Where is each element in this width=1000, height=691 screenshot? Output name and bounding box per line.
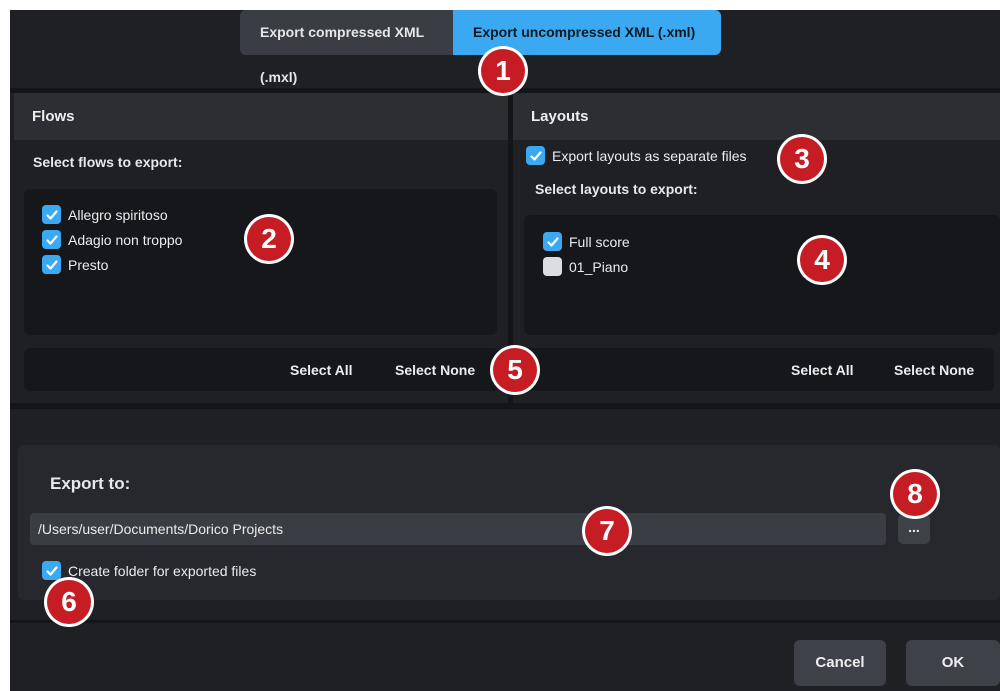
checkmark-icon [45, 565, 58, 576]
select-layouts-label: Select layouts to export: [535, 181, 698, 197]
create-folder-checkbox-row[interactable]: Create folder for exported files [42, 561, 256, 580]
callout-marker: 8 [893, 472, 937, 516]
tab-export-compressed-xml[interactable]: Export compressed XML (.mxl) [240, 10, 453, 85]
list-item[interactable]: Adagio non troppo [42, 230, 182, 249]
flow-label: Allegro spiritoso [68, 206, 168, 223]
flows-select-none-button[interactable]: Select None [395, 362, 475, 378]
checkmark-icon [45, 234, 58, 245]
divider [10, 403, 1000, 409]
flows-panel-title: Flows [14, 93, 508, 140]
list-item[interactable]: 01_Piano [543, 257, 628, 276]
checkbox-checked[interactable] [526, 146, 545, 165]
flow-label: Presto [68, 256, 109, 273]
export-layouts-separate-label: Export layouts as separate files [552, 147, 747, 164]
callout-marker: 2 [247, 217, 291, 261]
export-layouts-separate-checkbox-row[interactable]: Export layouts as separate files [526, 146, 747, 165]
checkbox-unchecked[interactable] [543, 257, 562, 276]
checkmark-icon [546, 236, 559, 247]
checkmark-icon [529, 150, 542, 161]
tab-export-uncompressed-xml[interactable]: Export uncompressed XML (.xml) [453, 10, 721, 55]
checkbox-checked[interactable] [42, 230, 61, 249]
layouts-select-all-button[interactable]: Select All [791, 362, 854, 378]
browse-button[interactable]: ... [898, 514, 930, 544]
checkmark-icon [45, 209, 58, 220]
export-path-field[interactable]: /Users/user/Documents/Dorico Projects [30, 513, 886, 545]
checkmark-icon [45, 259, 58, 270]
list-item[interactable]: Full score [543, 232, 630, 251]
checkbox-checked[interactable] [42, 205, 61, 224]
layouts-panel-title: Layouts [513, 93, 1000, 140]
ok-button[interactable]: OK [906, 640, 1000, 686]
cancel-button[interactable]: Cancel [794, 640, 886, 686]
callout-marker: 3 [780, 137, 824, 181]
layout-label: Full score [569, 233, 630, 250]
create-folder-label: Create folder for exported files [68, 562, 257, 579]
format-tabs: Export compressed XML (.mxl) Export unco… [240, 10, 721, 85]
divider [10, 620, 1000, 623]
list-item[interactable]: Allegro spiritoso [42, 205, 168, 224]
checkbox-checked[interactable] [42, 561, 61, 580]
flows-select-all-button[interactable]: Select All [290, 362, 353, 378]
layout-label: 01_Piano [569, 258, 629, 275]
select-flows-label: Select flows to export: [33, 154, 183, 170]
callout-marker: 4 [800, 238, 844, 282]
callout-marker: 6 [47, 580, 91, 624]
flow-label: Adagio non troppo [68, 231, 183, 248]
layouts-select-none-button[interactable]: Select None [894, 362, 974, 378]
callout-marker: 7 [585, 509, 629, 553]
list-item[interactable]: Presto [42, 255, 108, 274]
callout-marker: 5 [493, 348, 537, 392]
callout-marker: 1 [481, 49, 525, 93]
checkbox-checked[interactable] [543, 232, 562, 251]
checkbox-checked[interactable] [42, 255, 61, 274]
export-to-heading: Export to: [50, 474, 131, 493]
